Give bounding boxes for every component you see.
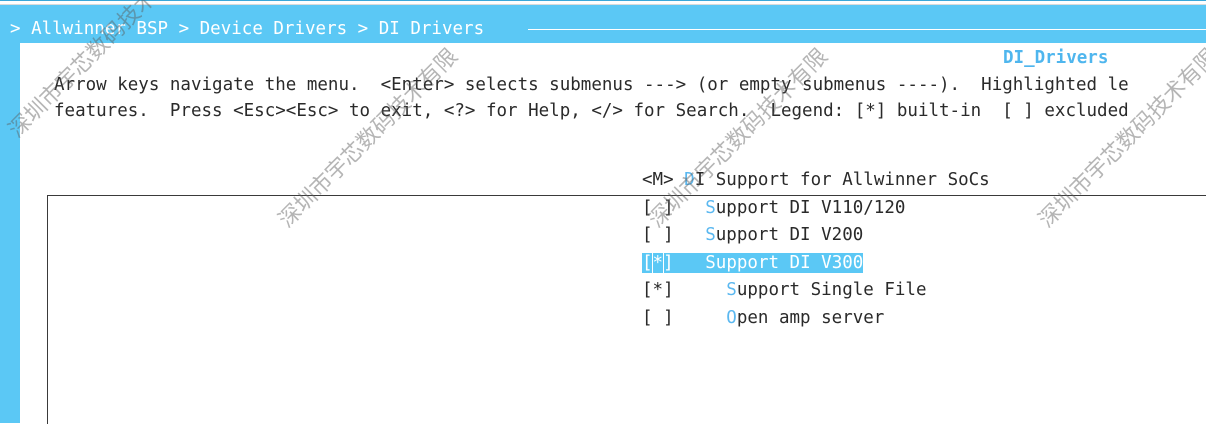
menu-item-label: upport DI V110/120	[715, 197, 906, 218]
cursor: *	[651, 251, 665, 274]
menu-item-hotkey: S	[705, 197, 716, 218]
breadcrumb-rule	[528, 29, 1206, 30]
menu-item-hotkey: S	[726, 280, 737, 300]
menu-item-prefix: [ ]	[642, 307, 727, 328]
menu-item-prefix: [ ]	[642, 225, 706, 245]
menu-item-hotkey: S	[705, 252, 716, 273]
menu-item-label: upport Single File	[736, 280, 927, 300]
dialog-title: DI_Drivers	[1003, 48, 1109, 68]
menu-item-prefix-close: ]	[663, 252, 706, 273]
breadcrumb: > Allwinner BSP > Device Drivers > DI Dr…	[10, 19, 485, 39]
menu-item-label: upport DI V200	[715, 225, 864, 245]
menu-item-label: pen amp server	[736, 307, 885, 328]
menu-item-prefix: <M>	[642, 170, 685, 190]
window-top-edge	[0, 1, 1206, 5]
menu-item-open-amp-server[interactable]: [ ] Open amp server	[642, 305, 990, 333]
menu-item-prefix-open: [	[642, 252, 653, 273]
menu-item-label: I Support for Allwinner SoCs	[694, 170, 990, 190]
help-line-1: Arrow keys navigate the menu. <Enter> se…	[54, 75, 1129, 95]
menu-item-di-v110-120[interactable]: [ ] Support DI V110/120	[642, 195, 990, 223]
terminal-window: > Allwinner BSP > Device Drivers > DI Dr…	[0, 0, 1206, 424]
menu-item-di-v200[interactable]: [ ] Support DI V200	[642, 222, 990, 250]
menu-item-hotkey: O	[726, 307, 737, 328]
menuconfig-dialog: DI_Drivers Arrow keys navigate the menu.…	[20, 43, 1206, 424]
menu-item-prefix: [ ]	[642, 197, 706, 218]
menu-list: <M> DI Support for Allwinner SoCs [ ] Su…	[642, 167, 990, 332]
menu-item-hotkey: D	[684, 170, 695, 190]
menu-item-di-support[interactable]: <M> DI Support for Allwinner SoCs	[642, 167, 990, 195]
menu-item-di-v300[interactable]: [*] Support DI V300	[642, 250, 990, 278]
menu-item-label: upport DI V300	[715, 252, 864, 273]
menu-item-single-file[interactable]: [*] Support Single File	[642, 277, 990, 305]
help-line-2: features. Press <Esc><Esc> to exit, <?> …	[54, 101, 1129, 121]
menu-item-highlight: [*] Support DI V300	[642, 251, 864, 274]
menu-box	[47, 195, 1206, 424]
menu-item-prefix: [*]	[642, 280, 727, 300]
help-text: Arrow keys navigate the menu. <Enter> se…	[54, 72, 1129, 124]
menu-item-hotkey: S	[705, 225, 716, 245]
